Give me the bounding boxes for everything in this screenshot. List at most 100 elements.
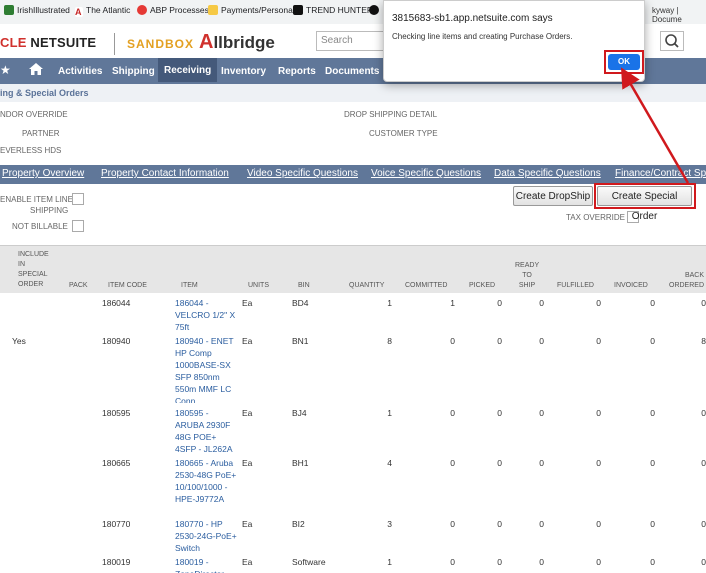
table-row[interactable]: 180595 180595 - ARUBA 2930F 48G POE+ 4SF… [0,403,706,454]
header-divider [114,33,115,55]
bin-cell: BJ4 [292,408,307,418]
tab-property-contact[interactable]: Property Contact Information [101,168,229,179]
enable-item-line-label-2: SHIPPING [30,206,69,215]
annotation-highlight-ok [604,50,644,74]
vendor-override-label: NDOR OVERRIDE [0,110,68,119]
not-billable-label: NOT BILLABLE [12,222,68,231]
col-bin: BIN [298,282,310,289]
fulfilled-cell: 0 [596,557,601,567]
units-cell: Ea [242,336,253,346]
create-dropship-button[interactable]: Create DropShip [513,186,593,206]
picked-cell: 0 [497,458,502,468]
atlantic-icon: A [75,7,83,17]
globe-icon [369,5,379,15]
col-pack: PACK [69,282,88,289]
back-ordered-cell: 0 [701,458,706,468]
col-item-code: ITEM CODE [108,282,147,289]
global-search-input[interactable]: Search [316,31,388,51]
tab-data-questions[interactable]: Data Specific Questions [494,168,601,179]
item-link[interactable]: 180665 - Aruba 2530-48G PoE+ 10/100/1000… [175,457,237,505]
folder-icon [208,5,218,15]
item-code-cell: 180940 [102,336,131,346]
tab-voice-questions[interactable]: Voice Specific Questions [371,168,481,179]
dialog-title: 3815683-sb1.app.netsuite.com says [392,13,553,24]
enable-item-line-shipping-checkbox[interactable] [72,193,84,205]
nav-shipping[interactable]: Shipping [112,66,155,77]
back-ordered-cell: 0 [701,557,706,567]
back-ordered-cell: 8 [701,336,706,346]
include-cell: Yes [12,336,26,346]
picked-cell: 0 [497,557,502,567]
nav-inventory[interactable]: Inventory [221,66,266,77]
search-button[interactable] [660,31,684,51]
netsuite-logo[interactable]: CLE NETSUITE [0,35,96,50]
item-link[interactable]: 180595 - ARUBA 2930F 48G POE+ 4SFP - JL2… [175,407,237,455]
ready-cell: 0 [539,519,544,529]
bookmark-atlantic[interactable]: A The Atlantic [75,5,130,17]
item-link[interactable]: 186044 - VELCRO 1/2" X 75ft [175,297,237,333]
star-icon[interactable]: ★ [0,63,11,77]
col-fulfilled: FULFILLED [557,282,594,289]
col-invoiced: INVOICED [614,282,648,289]
ready-cell: 0 [539,458,544,468]
ready-cell: 0 [539,557,544,567]
irishillustrated-icon [4,5,14,15]
item-link[interactable]: 180770 - HP 2530-24G-PoE+ Switch [175,518,237,554]
bookmark-generic[interactable] [369,5,382,15]
back-ordered-cell: 0 [701,408,706,418]
tab-property-overview[interactable]: Property Overview [2,168,84,179]
nav-documents[interactable]: Documents [325,66,379,77]
search-icon [665,34,679,48]
fulfilled-cell: 0 [596,336,601,346]
picked-cell: 0 [497,336,502,346]
table-row[interactable]: 180665 180665 - Aruba 2530-48G PoE+ 10/1… [0,453,706,515]
section-subtitle-bar: ing & Special Orders [0,84,706,102]
table-row[interactable]: Yes 180940 180940 - ENET HP Comp 1000BAS… [0,331,706,407]
units-cell: Ea [242,557,253,567]
leverless-hds-label: EVERLESS HDS [0,146,62,155]
nav-activities[interactable]: Activities [58,66,102,77]
nav-receiving[interactable]: Receiving [158,58,218,82]
quantity-cell: 1 [387,557,392,567]
bookmark-irishillustrated[interactable]: IrishIllustrated [4,5,70,15]
table-row[interactable]: 180019 180019 - ZoneDirector Ea Software… [0,552,706,573]
invoiced-cell: 0 [650,298,655,308]
col-committed: COMMITTED [405,282,448,289]
nav-reports[interactable]: Reports [278,66,316,77]
col-item: ITEM [181,282,198,289]
dialog-message: Checking line items and creating Purchas… [392,32,573,41]
committed-cell: 1 [450,298,455,308]
units-cell: Ea [242,458,253,468]
bookmark-payments-personal[interactable]: Payments/Personal [208,5,295,15]
drop-shipping-detail-label: DROP SHIPPING DETAIL [344,110,438,119]
table-row[interactable]: 180770 180770 - HP 2530-24G-PoE+ Switch … [0,514,706,553]
committed-cell: 0 [450,408,455,418]
table-row[interactable]: 186044 186044 - VELCRO 1/2" X 75ft Ea BD… [0,293,706,332]
ready-cell: 0 [539,336,544,346]
invoiced-cell: 0 [650,458,655,468]
ready-cell: 0 [539,298,544,308]
item-link[interactable]: 180019 - ZoneDirector [175,556,237,573]
quantity-cell: 8 [387,336,392,346]
col-units: UNITS [248,282,269,289]
not-billable-checkbox[interactable] [72,220,84,232]
units-cell: Ea [242,519,253,529]
fulfilled-cell: 0 [596,519,601,529]
picked-cell: 0 [497,519,502,529]
tab-video-questions[interactable]: Video Specific Questions [247,168,358,179]
item-link[interactable]: 180940 - ENET HP Comp 1000BASE-SX SFP 85… [175,335,237,407]
allbridge-logo: Allbridge [199,31,275,53]
home-icon[interactable] [28,62,44,81]
tab-finance-contract[interactable]: Finance/Contract Spe [615,168,706,179]
bookmark-trend-hunter[interactable]: TREND HUNTER [293,5,373,15]
abp-icon [137,5,147,15]
invoiced-cell: 0 [650,519,655,529]
bookmark-trailing[interactable]: kyway | Docume [652,6,706,24]
picked-cell: 0 [497,408,502,418]
col-include: INCLUDE IN SPECIAL ORDER [18,251,49,288]
sandbox-label: SANDBOX [127,37,195,51]
invoiced-cell: 0 [650,557,655,567]
quantity-cell: 1 [387,298,392,308]
bookmark-abp-processes[interactable]: ABP Processes [137,5,209,15]
trendhunter-icon [293,5,303,15]
